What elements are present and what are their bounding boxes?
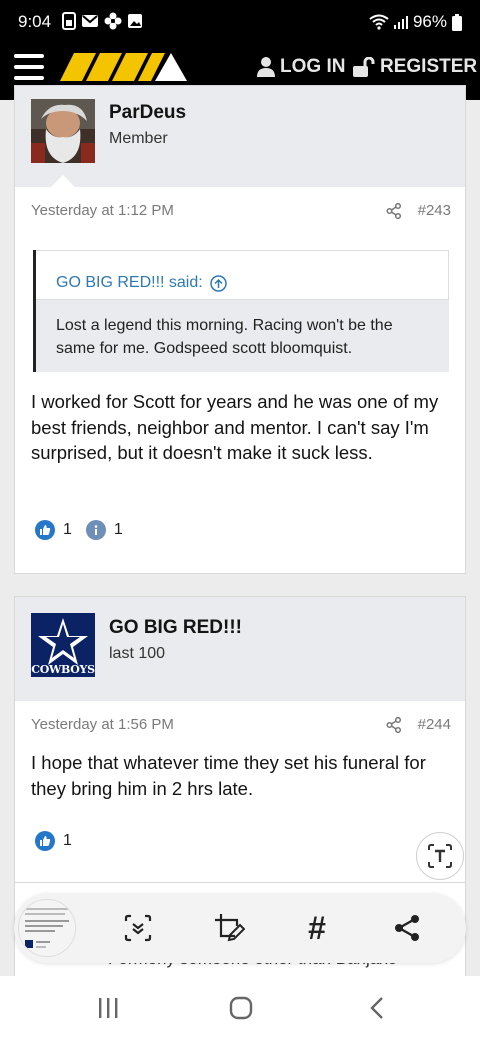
avatar[interactable] bbox=[31, 99, 95, 163]
flower-icon bbox=[104, 12, 122, 30]
arrow-up-circle-icon[interactable] bbox=[209, 274, 227, 292]
capture-toolbar: # bbox=[14, 893, 466, 963]
unlock-icon bbox=[353, 57, 375, 77]
home-icon[interactable] bbox=[226, 994, 256, 1022]
post-meta: Yesterday at 1:12 PM #243 bbox=[31, 202, 451, 219]
image-icon bbox=[128, 14, 142, 28]
scroll-capture-icon[interactable] bbox=[121, 911, 155, 945]
reactions-bar[interactable]: 1 bbox=[35, 831, 86, 851]
status-right: 96% bbox=[369, 12, 462, 32]
post-meta: Yesterday at 1:56 PM #244 bbox=[31, 716, 451, 733]
notification-icons bbox=[62, 12, 143, 30]
menu-icon[interactable] bbox=[14, 54, 44, 80]
user-icon bbox=[257, 57, 275, 77]
post-number[interactable]: #244 bbox=[418, 716, 451, 733]
reactions-bar[interactable]: 1 1 bbox=[35, 520, 137, 540]
recents-icon[interactable] bbox=[94, 994, 122, 1022]
quote-header[interactable]: GO BIG RED!!! said: bbox=[36, 250, 449, 300]
info-icon[interactable] bbox=[85, 520, 106, 540]
register-button[interactable]: REGISTER bbox=[353, 56, 477, 78]
text-extract-icon bbox=[428, 844, 452, 868]
like-icon[interactable] bbox=[35, 520, 55, 540]
signal-icon bbox=[393, 16, 408, 29]
login-label: LOG IN bbox=[280, 56, 346, 77]
like-count: 1 bbox=[63, 832, 72, 849]
quote-block: GO BIG RED!!! said: Lost a legend this m… bbox=[33, 250, 449, 372]
user-info-bar: COWBOYS GO BIG RED!!! last 100 bbox=[15, 597, 465, 701]
user-title: last 100 bbox=[109, 645, 166, 662]
share-icon[interactable] bbox=[386, 202, 402, 219]
tag-icon[interactable]: # bbox=[300, 911, 334, 945]
avatar-text: COWBOYS bbox=[31, 663, 95, 676]
post-card: COWBOYS GO BIG RED!!! last 100 Yesterday… bbox=[14, 596, 466, 884]
mail-icon bbox=[82, 15, 98, 27]
register-label: REGISTER bbox=[380, 56, 478, 77]
share-icon[interactable] bbox=[390, 911, 424, 945]
site-logo[interactable] bbox=[60, 53, 188, 81]
text-extract-button[interactable] bbox=[416, 832, 464, 880]
user-info-bar: ParDeus Member bbox=[15, 86, 465, 187]
quote-text: Lost a legend this morning. Racing won't… bbox=[36, 300, 449, 372]
back-icon[interactable] bbox=[364, 994, 390, 1022]
info-count: 1 bbox=[113, 521, 123, 538]
post-body: I worked for Scott for years and he was … bbox=[31, 391, 439, 463]
share-icon[interactable] bbox=[386, 716, 402, 733]
post-body: I hope that whatever time they set his f… bbox=[31, 752, 426, 799]
username[interactable]: ParDeus bbox=[109, 102, 186, 124]
quote-author[interactable]: GO BIG RED!!! said: bbox=[56, 274, 203, 292]
like-count: 1 bbox=[63, 521, 72, 538]
arrow-pointer bbox=[51, 175, 75, 187]
battery-icon bbox=[452, 13, 462, 31]
post-date[interactable]: Yesterday at 1:12 PM bbox=[31, 202, 174, 219]
system-nav-bar bbox=[0, 976, 480, 1040]
post-card: ParDeus Member Yesterday at 1:12 PM #243… bbox=[14, 85, 466, 574]
like-icon[interactable] bbox=[35, 831, 55, 851]
capture-thumbnail[interactable] bbox=[18, 899, 76, 957]
sim-icon bbox=[62, 12, 76, 30]
user-title: Member bbox=[109, 130, 168, 147]
avatar[interactable]: COWBOYS bbox=[31, 613, 95, 677]
crop-edit-icon[interactable] bbox=[212, 911, 246, 945]
login-button[interactable]: LOG IN bbox=[257, 56, 345, 78]
battery-percent: 96% bbox=[412, 12, 447, 31]
status-bar: 9:04 96% bbox=[0, 0, 480, 42]
status-time: 9:04 bbox=[18, 12, 52, 31]
wifi-icon bbox=[369, 14, 389, 30]
post-date[interactable]: Yesterday at 1:56 PM bbox=[31, 716, 174, 733]
username[interactable]: GO BIG RED!!! bbox=[109, 617, 242, 639]
post-number[interactable]: #243 bbox=[418, 202, 451, 219]
